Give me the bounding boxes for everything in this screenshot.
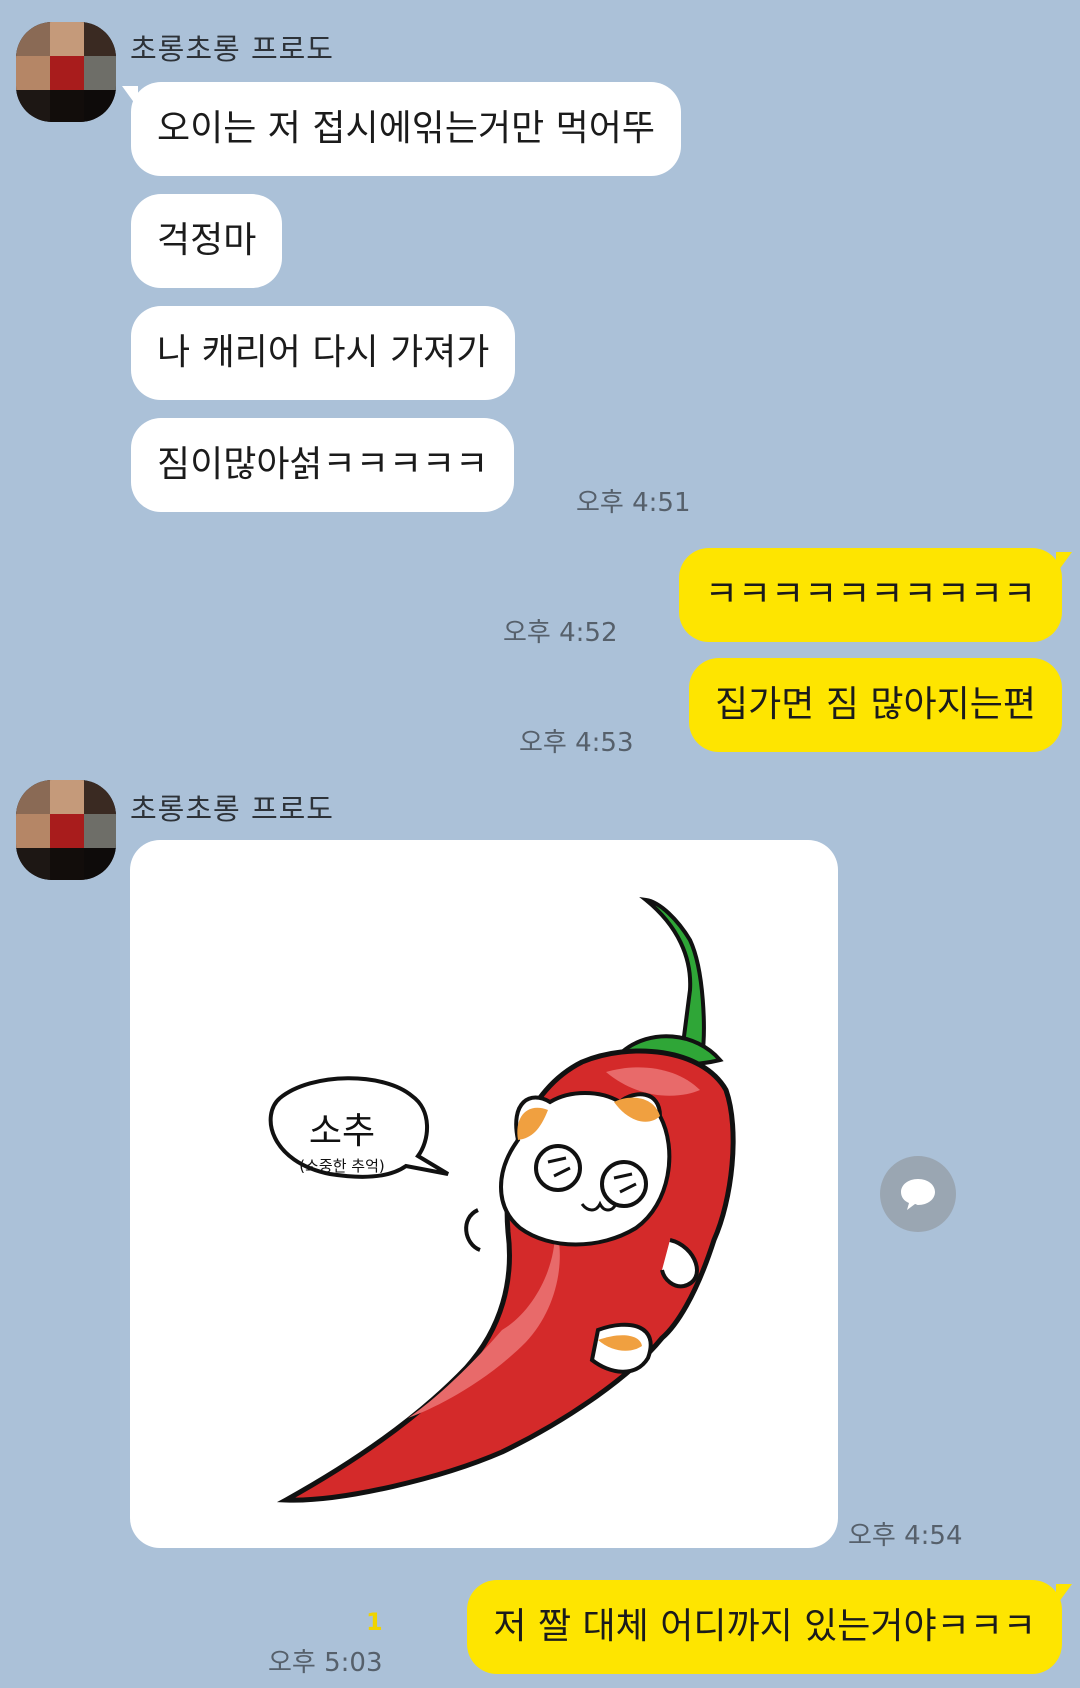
message-time: 오후 5:03 xyxy=(268,1648,383,1678)
avatar[interactable] xyxy=(16,22,116,122)
share-button[interactable] xyxy=(880,1156,956,1232)
message-time: 오후 4:54 xyxy=(848,1521,963,1551)
speech-bubble-subtext: (소중한 추억) xyxy=(299,1157,384,1175)
pepper-cat-illustration: 소추 (소중한 추억) xyxy=(268,896,736,1503)
message-bubble[interactable]: 나 캐리어 다시 가져가 xyxy=(131,306,516,400)
message-time: 오후 4:51 xyxy=(576,488,691,518)
share-icon xyxy=(901,1179,935,1210)
message-bubble[interactable]: 걱정마 xyxy=(131,194,283,288)
message-bubble-sent[interactable]: ㅋㅋㅋㅋㅋㅋㅋㅋㅋㅋ xyxy=(678,548,1062,642)
message-bubble-sent[interactable]: 저 짤 대체 어디까지 있는거야ㅋㅋㅋ xyxy=(467,1580,1062,1674)
message-bubble[interactable]: 짐이많아섥ㅋㅋㅋㅋㅋ xyxy=(131,418,515,512)
message-time: 오후 4:52 xyxy=(503,618,618,648)
avatar[interactable] xyxy=(16,780,116,880)
speech-bubble-text: 소추 xyxy=(309,1111,375,1152)
sender-name: 초롱초롱 프로도 xyxy=(130,32,334,66)
message-bubble[interactable]: 오이는 저 접시에읶는거만 먹어뚜 xyxy=(131,82,682,176)
bubble-tail xyxy=(1056,552,1072,574)
bubble-tail xyxy=(1056,1584,1072,1606)
sender-name: 초롱초롱 프로도 xyxy=(130,792,334,826)
chat-room: 초롱초롱 프로도 오이는 저 접시에읶는거만 먹어뚜 걱정마 나 캐리어 다시 … xyxy=(0,0,1080,1688)
unread-count: 1 xyxy=(366,1608,383,1636)
message-bubble-sent[interactable]: 집가면 짐 많아지는편 xyxy=(689,658,1062,752)
message-time: 오후 4:53 xyxy=(519,728,634,758)
image-message[interactable]: 소추 (소중한 추억) xyxy=(130,840,838,1548)
